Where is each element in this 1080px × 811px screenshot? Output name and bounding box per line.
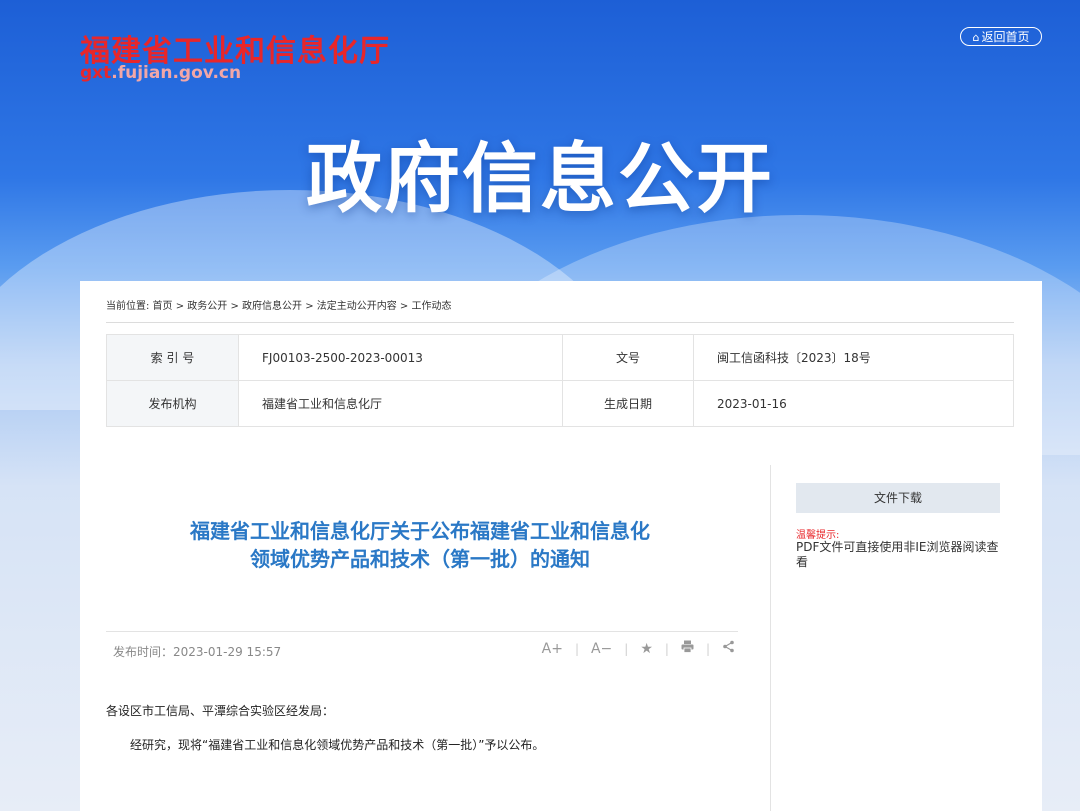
tool-separator: | — [705, 641, 710, 656]
article-paragraph: 经研究，现将“福建省工业和信息化领域优势产品和技术（第一批）”予以公布。 — [130, 738, 545, 752]
generated-date-value: 2023-01-16 — [693, 380, 1014, 427]
font-increase-button[interactable]: A+ — [539, 641, 566, 657]
index-number-label: 索 引 号 — [106, 334, 239, 381]
doc-number-label: 文号 — [562, 334, 694, 381]
home-icon: ⌂ — [972, 31, 980, 44]
publish-time: 发布时间：2023-01-29 15:57 — [113, 645, 282, 659]
table-row: 索 引 号 FJ00103-2500-2023-00013 文号 闽工信函科技〔… — [106, 334, 1014, 381]
article-title: 福建省工业和信息化厅关于公布福建省工业和信息化领域优势产品和技术（第一批）的通知 — [190, 519, 650, 571]
logo-domain-rest: .fujian.gov.cn — [111, 63, 242, 83]
content-card: 当前位置: 首页 > 政务公开 > 政府信息公开 > 法定主动公开内容 > 工作… — [80, 281, 1042, 811]
tool-separator: | — [574, 641, 579, 656]
breadcrumb[interactable]: 当前位置: 首页 > 政务公开 > 政府信息公开 > 法定主动公开内容 > 工作… — [106, 297, 1014, 323]
tool-separator: | — [624, 641, 629, 656]
tool-separator: | — [664, 641, 669, 656]
article-toolbar: 发布时间：2023-01-29 15:57 A+ | A− | ★ | | — [106, 631, 738, 670]
file-download-button[interactable]: 文件下载 — [796, 483, 1000, 513]
article-tools: A+ | A− | ★ | | — [539, 640, 738, 657]
site-logo-domain[interactable]: gxt.fujian.gov.cn — [80, 63, 241, 83]
article-salutation: 各设区市工信局、平潭综合实验区经发局： — [106, 704, 335, 718]
document-meta-table: 索 引 号 FJ00103-2500-2023-00013 文号 闽工信函科技〔… — [106, 334, 1014, 427]
publisher-value: 福建省工业和信息化厅 — [238, 380, 563, 427]
logo-domain-prefix: gxt — [80, 63, 112, 83]
share-icon[interactable] — [719, 640, 738, 657]
generated-date-label: 生成日期 — [562, 380, 694, 427]
column-divider — [770, 465, 771, 811]
return-home-button[interactable]: ⌂ 返回首页 — [960, 27, 1042, 46]
print-icon[interactable] — [678, 640, 697, 657]
favorite-icon[interactable]: ★ — [637, 641, 656, 657]
table-row: 发布机构 福建省工业和信息化厅 生成日期 2023-01-16 — [106, 380, 1014, 427]
index-number-value: FJ00103-2500-2023-00013 — [238, 334, 563, 381]
tip-text: PDF文件可直接使用非IE浏览器阅读查看 — [796, 540, 999, 569]
page-banner-title: 政府信息公开 — [306, 134, 774, 223]
doc-number-value: 闽工信函科技〔2023〕18号 — [693, 334, 1014, 381]
tip-label: 温馨提示: — [796, 530, 840, 541]
return-home-label: 返回首页 — [981, 30, 1030, 44]
publisher-label: 发布机构 — [106, 380, 239, 427]
font-decrease-button[interactable]: A− — [588, 641, 615, 657]
